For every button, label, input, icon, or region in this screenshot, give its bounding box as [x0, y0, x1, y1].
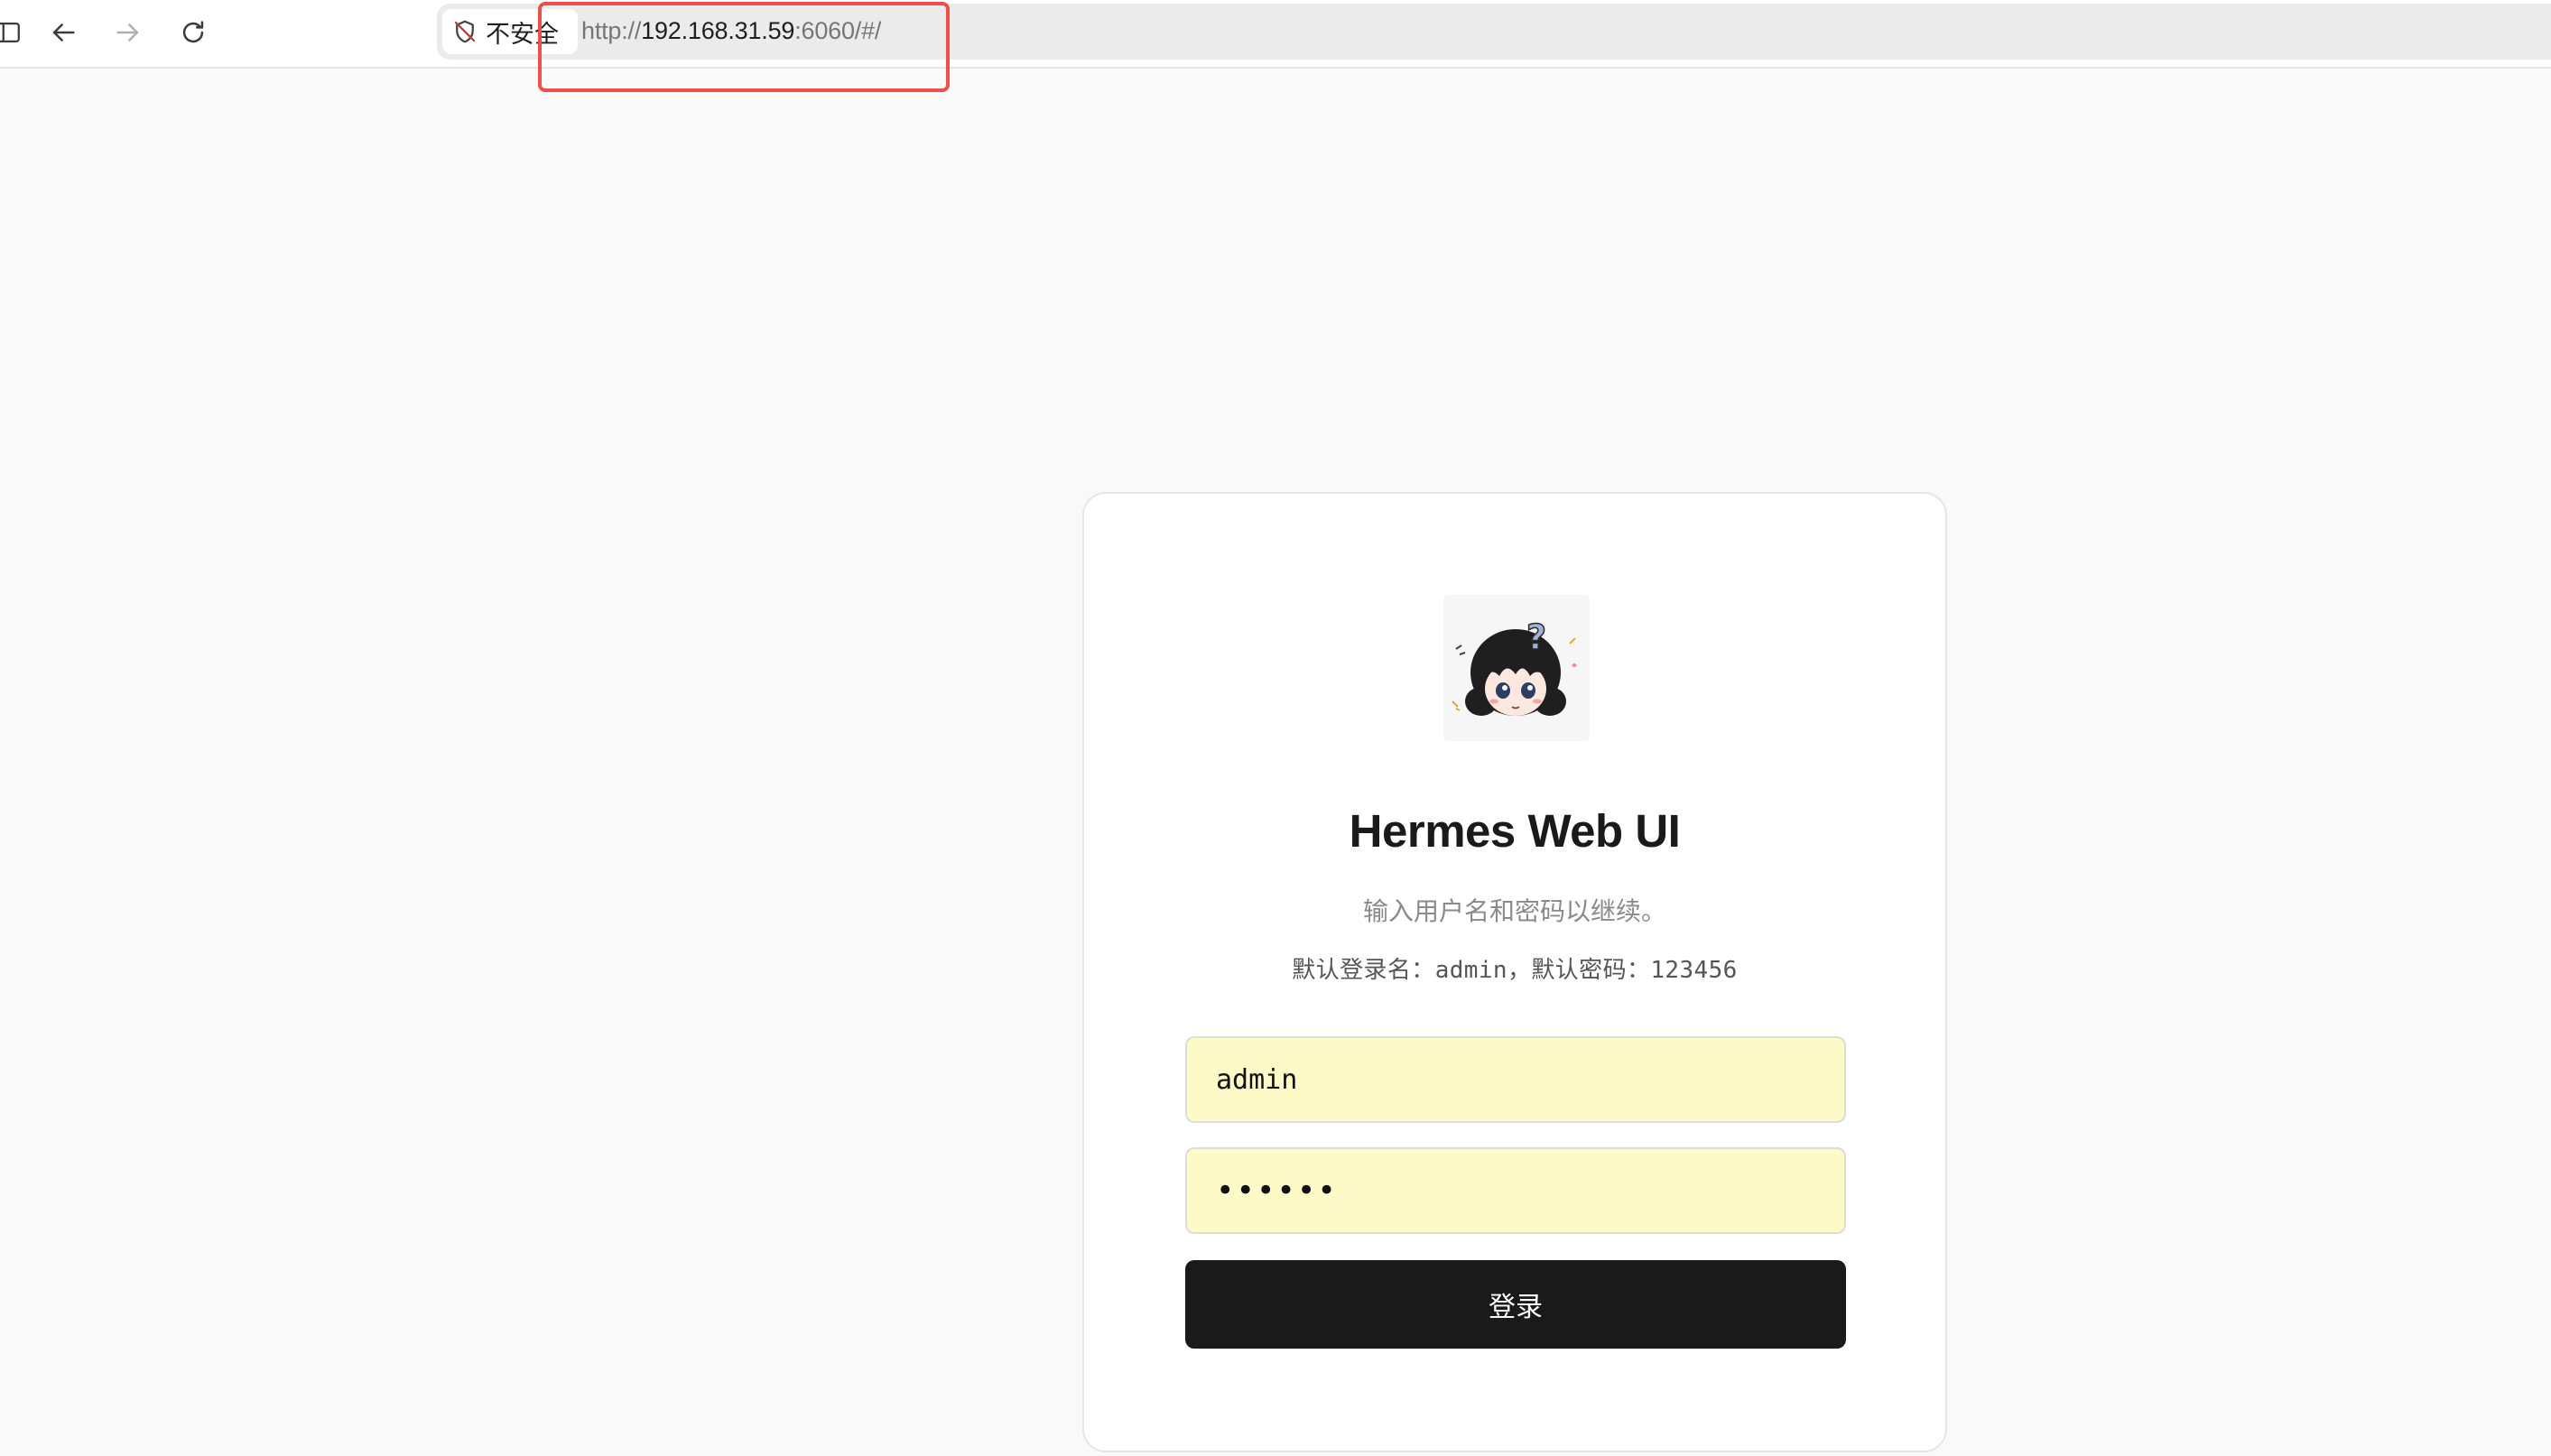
browser-toolbar: 不安全 http://192.168.31.59:6060/#/ — [0, 0, 2551, 92]
url-highlight-annotation — [538, 2, 950, 92]
sidebar-toggle-button[interactable] — [0, 13, 27, 52]
forward-button[interactable] — [108, 13, 148, 52]
svg-text:?: ? — [1526, 617, 1546, 657]
shield-slash-icon — [454, 20, 476, 43]
app-logo: ? — [1443, 595, 1590, 741]
reload-button[interactable] — [173, 13, 213, 52]
login-button[interactable]: 登录 — [1185, 1260, 1846, 1349]
password-input[interactable] — [1185, 1147, 1846, 1234]
reload-icon — [182, 21, 204, 43]
anime-girl-avatar-icon: ? — [1452, 617, 1577, 716]
app-title: Hermes Web UI — [1349, 805, 1681, 857]
login-card: ? Hermes Web UI 输入用户名和密码以继续。 默认登录名：admin… — [1082, 492, 1947, 1452]
back-button[interactable] — [43, 13, 83, 52]
arrow-right-icon — [116, 23, 139, 42]
arrow-left-icon — [52, 23, 75, 42]
default-credentials-hint: 默认登录名：admin，默认密码：123456 — [1292, 957, 1738, 984]
login-subtitle: 输入用户名和密码以继续。 — [1362, 897, 1666, 925]
username-input[interactable] — [1185, 1036, 1846, 1123]
sidebar-toggle-icon — [0, 22, 20, 43]
